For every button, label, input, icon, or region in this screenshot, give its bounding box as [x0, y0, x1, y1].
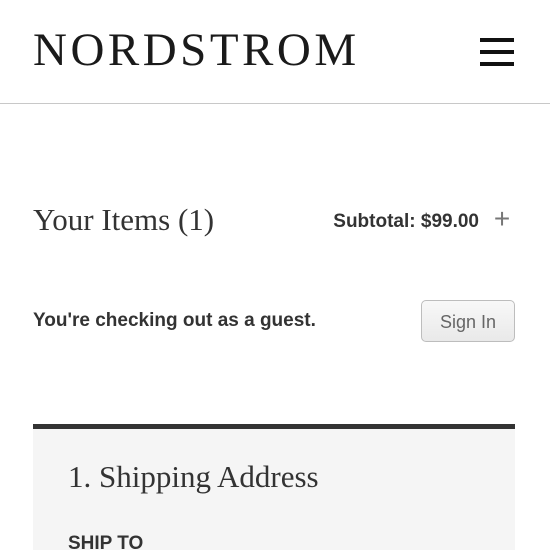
menu-bar-middle	[480, 50, 514, 54]
expand-items-plus-icon[interactable]: +	[489, 204, 515, 234]
menu-bar-bottom	[480, 62, 514, 66]
subtotal-text: Subtotal: $99.00	[333, 211, 479, 232]
hamburger-menu-icon[interactable]	[472, 30, 522, 74]
shipping-address-heading: 1. Shipping Address	[68, 459, 319, 494]
menu-bar-top	[480, 38, 514, 42]
shipping-address-section: 1. Shipping Address SHIP TO	[33, 424, 515, 550]
cart-summary-row: Your Items (1) Subtotal: $99.00 +	[33, 196, 515, 250]
site-header: NORDSTROM	[0, 0, 550, 104]
nordstrom-logo[interactable]: NORDSTROM	[33, 22, 360, 78]
your-items-heading: Your Items (1)	[33, 202, 215, 237]
sign-in-button[interactable]: Sign In	[421, 300, 515, 342]
guest-checkout-row: You're checking out as a guest. Sign In	[33, 298, 515, 344]
ship-to-label: SHIP TO	[68, 533, 144, 550]
guest-checkout-message: You're checking out as a guest.	[33, 310, 316, 331]
